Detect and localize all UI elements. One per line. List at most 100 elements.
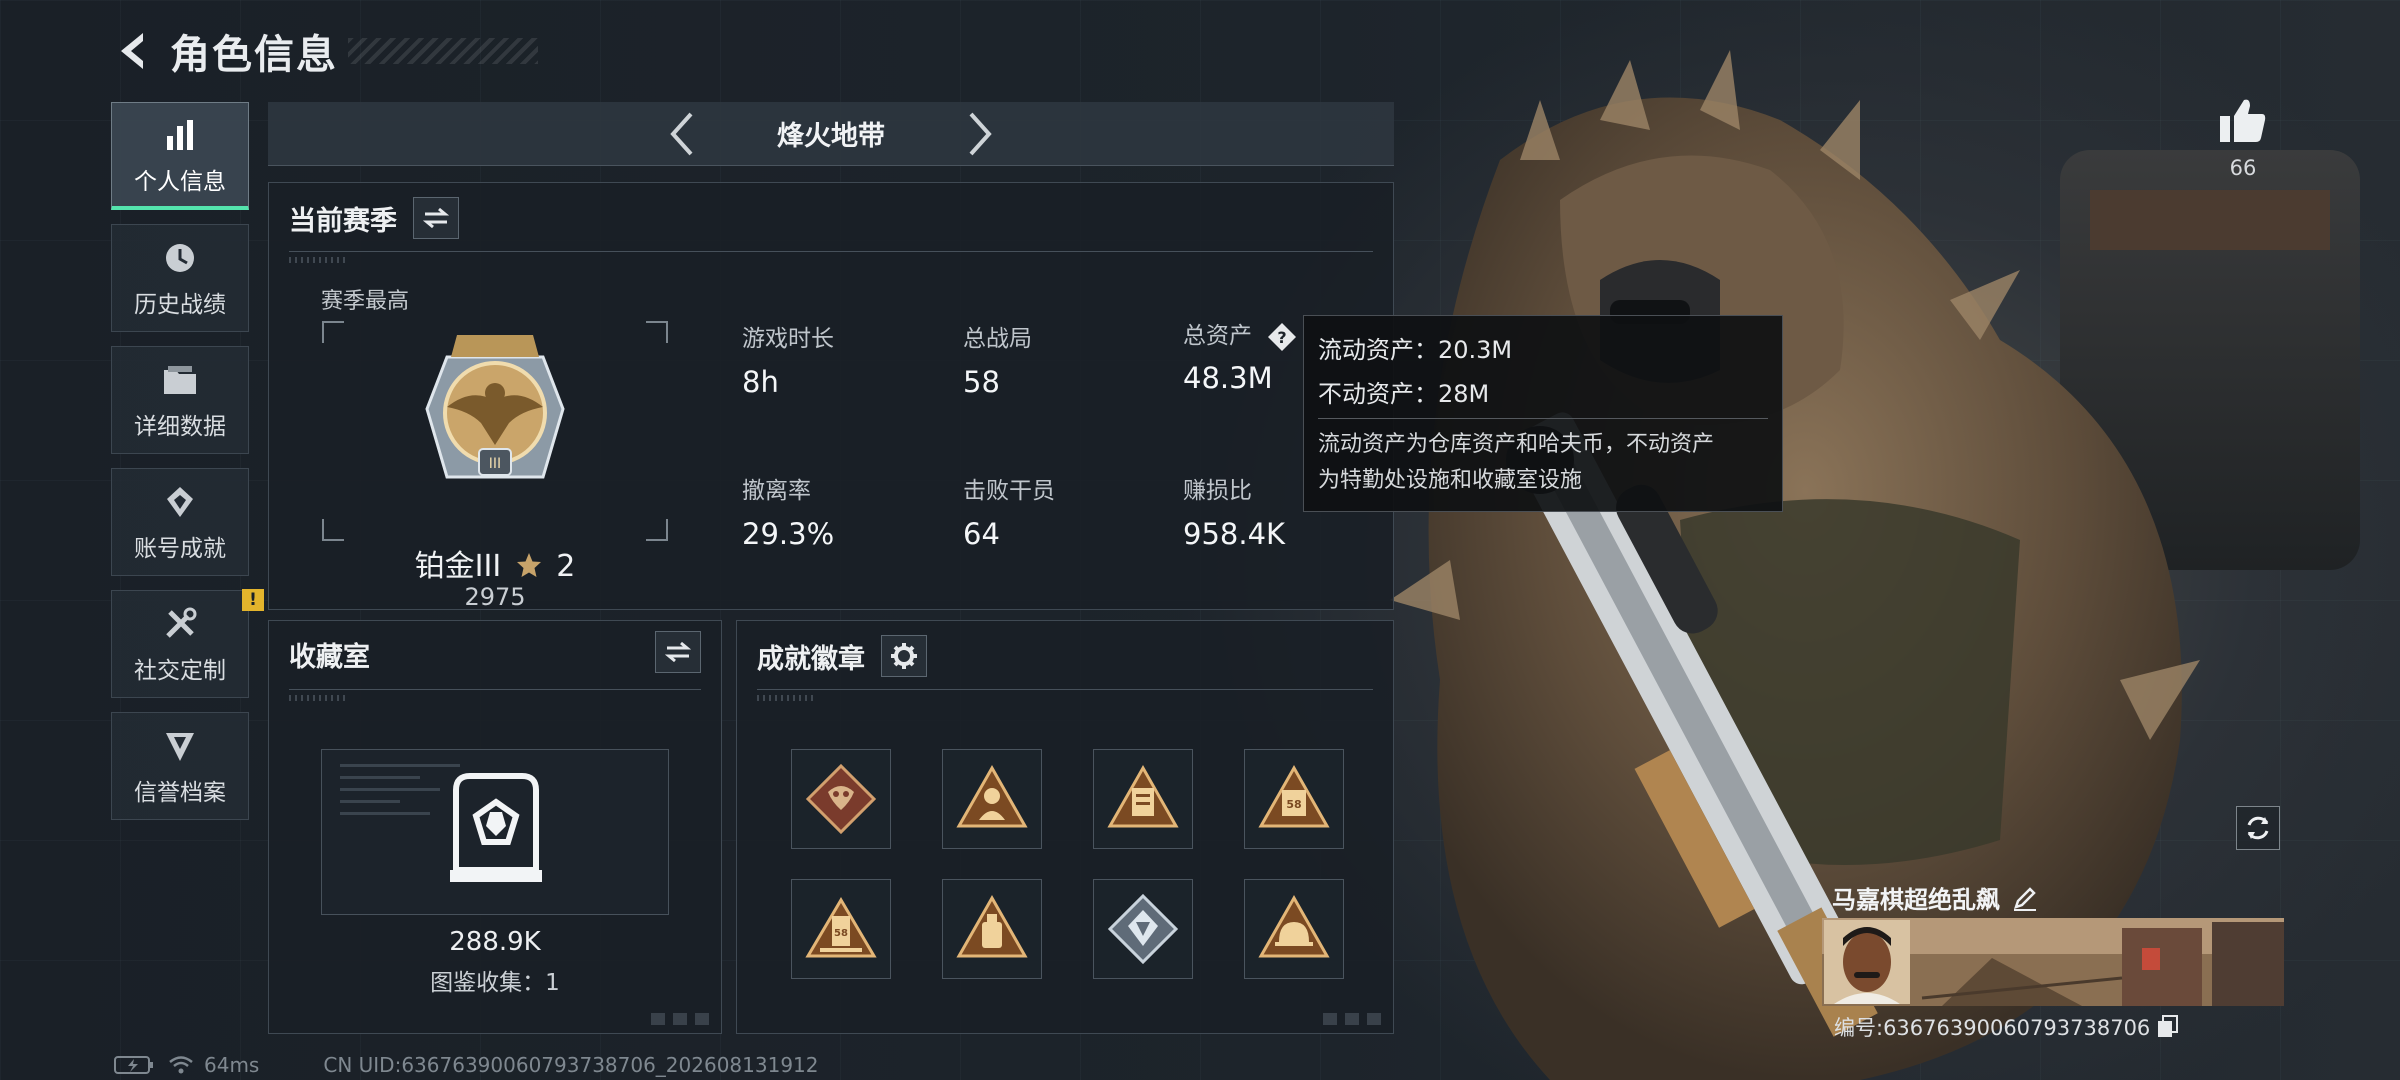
tooltip-fixed-assets: 不动资产：28M xyxy=(1318,380,1490,408)
thumbs-up-icon[interactable] xyxy=(2218,96,2268,144)
next-mode-button[interactable] xyxy=(961,109,1001,159)
player-name: 马嘉棋超绝乱飙 xyxy=(1832,886,2000,914)
achievement-badge-dragon[interactable] xyxy=(791,749,891,849)
chevron-right-icon xyxy=(969,112,992,155)
sidebar-item-achievements[interactable]: 账号成就 xyxy=(111,468,249,576)
uid-text: CN UID:6367639006079373870​6_20260813191… xyxy=(323,1053,819,1077)
player-name-card[interactable] xyxy=(1822,918,2284,1006)
switch-season-button[interactable] xyxy=(413,197,459,239)
back-button[interactable] xyxy=(110,26,160,76)
back-arrow-icon xyxy=(121,33,143,69)
dragon-badge-icon xyxy=(805,763,877,835)
divider xyxy=(289,689,701,690)
achievements-panel: 成就徽章 58 58 xyxy=(736,620,1394,1034)
stat-total-matches: 总战局 58 xyxy=(963,319,1032,399)
stat-total-assets: 总资产 ? 48.3M xyxy=(1183,316,1297,395)
switch-collection-button[interactable] xyxy=(655,631,701,673)
total-assets-tooltip: 流动资产：20.3M 不动资产：28M 流动资产为仓库资产和哈夫币，不动资产 为… xyxy=(1303,315,1783,512)
chevron-left-icon xyxy=(670,112,693,155)
rank-score: 2975 xyxy=(464,583,526,611)
collection-value: 288.9K xyxy=(449,927,541,957)
achievement-badge-tower[interactable]: 58 xyxy=(791,879,891,979)
decoration xyxy=(289,695,349,701)
sidebar-item-social-custom[interactable]: ! 社交定制 xyxy=(111,589,264,698)
achievements-panel-header: 成就徽章 xyxy=(757,635,927,677)
sidebar-item-label: 详细数据 xyxy=(134,414,226,440)
page-title: 角色信息 xyxy=(170,32,338,78)
collection-room-preview[interactable] xyxy=(321,749,669,915)
collection-panel: 收藏室 288.9K 图鉴收集：1 xyxy=(268,620,722,1034)
sidebar-item-match-history[interactable]: 历史战绩 xyxy=(111,224,249,332)
sidebar-item-personal-info[interactable]: 个人信息 xyxy=(111,102,249,210)
copy-icon[interactable] xyxy=(2156,1015,2180,1039)
divider xyxy=(289,251,1373,252)
rank-name: 铂金III xyxy=(414,549,502,584)
battery-icon xyxy=(114,1056,153,1074)
rotate-view-button[interactable] xyxy=(2236,806,2280,850)
stat-operators-defeated: 击败干员 64 xyxy=(963,471,1055,551)
divider xyxy=(757,689,1373,690)
achievement-badge-helmet[interactable] xyxy=(1244,879,1344,979)
tooltip-liquid-assets: 流动资产：20.3M xyxy=(1318,336,1513,364)
swap-icon xyxy=(423,207,449,229)
helmet-badge-icon xyxy=(1258,894,1330,958)
title-decoration xyxy=(348,38,538,64)
stat-label-row: 总资产 ? xyxy=(1183,316,1297,352)
sidebar: 个人信息 历史战绩 详细数据 账号成就 ! 社交定制 信誉档案 xyxy=(111,102,264,834)
decoration xyxy=(1323,1013,1383,1025)
player-name-row: 马嘉棋超绝乱飙 xyxy=(1832,880,2038,915)
frame-corner xyxy=(322,321,344,343)
collection-panel-title: 收藏室 xyxy=(289,642,370,673)
achievement-badge-58[interactable]: 58 xyxy=(1244,749,1344,849)
ping-value: 64ms xyxy=(204,1053,260,1077)
decoration xyxy=(340,764,460,824)
star-icon xyxy=(516,553,541,577)
svg-text:?: ? xyxy=(1278,328,1287,347)
sidebar-item-label: 社交定制 xyxy=(134,658,226,684)
stat-label: 总资产 xyxy=(1183,323,1252,349)
sidebar-item-reputation[interactable]: 信誉档案 xyxy=(111,712,249,820)
mode-name: 烽火地带 xyxy=(777,121,885,152)
platinum-rank-emblem-icon: III xyxy=(425,335,565,479)
stat-label: 赚损比 xyxy=(1183,478,1252,504)
divider xyxy=(1318,418,1768,419)
page-header: 角色信息 xyxy=(110,22,538,80)
stat-play-time: 游戏时长 8h xyxy=(742,319,834,399)
edit-pencil-icon[interactable] xyxy=(2012,885,2038,911)
svg-text:58: 58 xyxy=(834,928,848,939)
help-icon[interactable]: ? xyxy=(1267,322,1297,352)
season-best-label: 赛季最高 xyxy=(321,289,410,314)
achievement-badge-document[interactable] xyxy=(1093,749,1193,849)
frame-corner xyxy=(322,519,344,541)
sidebar-item-label: 个人信息 xyxy=(134,168,226,195)
season-panel-title: 当前赛季 xyxy=(289,205,397,237)
tools-icon xyxy=(159,603,201,645)
status-bar: 64ms CN UID:6367639006079373870​6_202608… xyxy=(114,1053,819,1077)
gear-icon xyxy=(891,643,917,669)
player-id-row: 编号:6367639006079373870​6 xyxy=(1834,1012,2180,1042)
sidebar-item-detailed-data[interactable]: 详细数据 xyxy=(111,346,249,454)
like-count: 66 xyxy=(2229,156,2257,180)
achievement-badge-bottle[interactable] xyxy=(942,879,1042,979)
tooltip-description-line-2: 为特勤处设施和收藏室设施 xyxy=(1318,468,1583,493)
badge-settings-button[interactable] xyxy=(881,635,927,677)
collection-display-case-icon xyxy=(450,773,542,882)
soldier-badge-icon xyxy=(956,764,1028,828)
ticket-58-badge-icon: 58 xyxy=(1258,764,1330,828)
stat-label: 总战局 xyxy=(963,326,1032,352)
achievement-badge-soldier[interactable] xyxy=(942,749,1042,849)
crystal-badge-icon xyxy=(1107,893,1179,965)
rank-frame: III xyxy=(322,321,668,541)
stat-value: 64 xyxy=(963,517,1000,551)
collection-panel-header: 收藏室 xyxy=(289,635,701,674)
tower-badge-icon: 58 xyxy=(805,897,877,958)
frame-corner xyxy=(646,321,668,343)
stat-value: 58 xyxy=(963,365,1000,399)
stat-label: 撤离率 xyxy=(742,478,811,504)
clock-icon xyxy=(159,237,201,279)
achievements-panel-title: 成就徽章 xyxy=(757,643,865,675)
bar-chart-icon xyxy=(159,114,201,156)
prev-mode-button[interactable] xyxy=(661,109,701,159)
stat-extraction-rate: 撤离率 29.3% xyxy=(742,471,834,551)
achievement-badge-crystal[interactable] xyxy=(1093,879,1193,979)
